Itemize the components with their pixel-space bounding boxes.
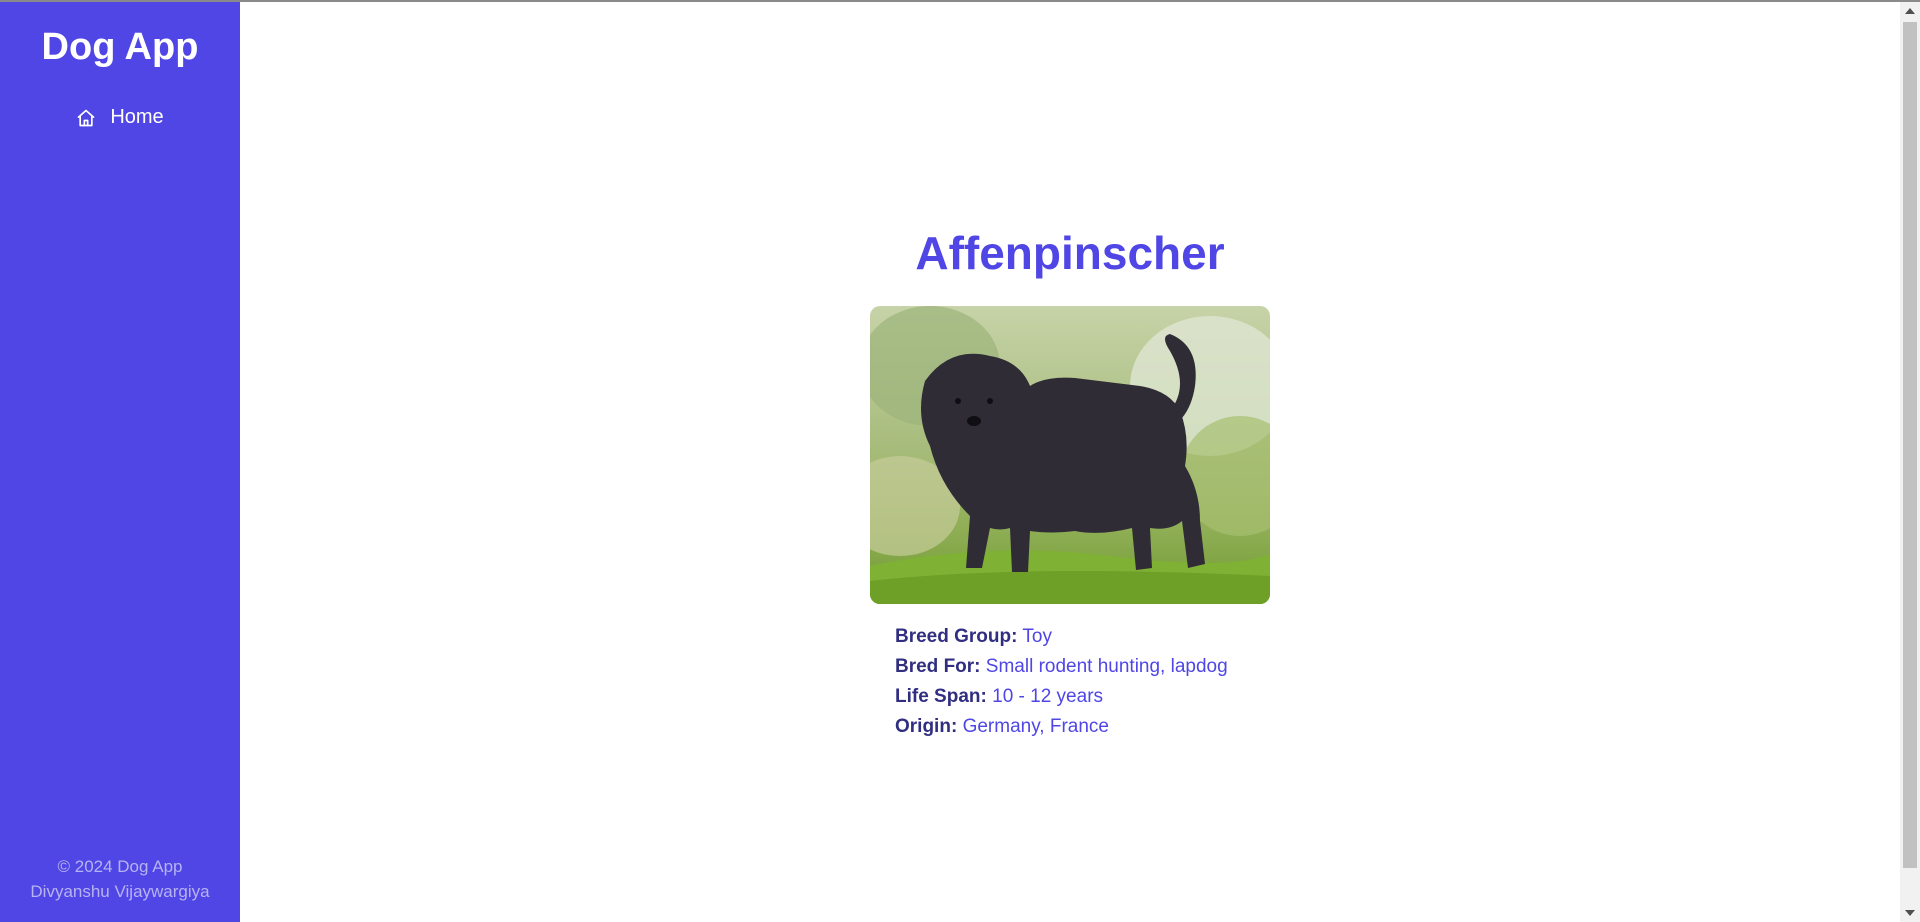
copyright-text: © 2024 Dog App — [57, 857, 183, 876]
detail-row-bred-for: Bred For: Small rodent hunting, lapdog — [895, 652, 1228, 682]
scroll-down-icon[interactable] — [1905, 910, 1915, 916]
detail-label: Breed Group: — [895, 626, 1018, 647]
detail-row-origin: Origin: Germany, France — [895, 712, 1228, 742]
vertical-scrollbar[interactable] — [1900, 2, 1920, 922]
detail-label: Bred For: — [895, 656, 981, 677]
detail-row-life-span: Life Span: 10 - 12 years — [895, 682, 1228, 712]
detail-value: Germany, France — [962, 716, 1109, 737]
sidebar: Dog App Home © 2024 Dog App Divyanshu Vi… — [0, 0, 240, 922]
breed-image — [870, 306, 1270, 604]
detail-value: 10 - 12 years — [992, 686, 1104, 707]
detail-row-breed-group: Breed Group: Toy — [895, 622, 1228, 652]
breed-name-heading: Affenpinscher — [915, 227, 1225, 279]
detail-value: Small rodent hunting, lapdog — [985, 656, 1228, 677]
scroll-thumb[interactable] — [1903, 22, 1917, 868]
scroll-up-icon[interactable] — [1905, 8, 1915, 14]
sidebar-footer: © 2024 Dog App Divyanshu Vijaywargiya — [0, 854, 240, 904]
sidebar-item-label: Home — [110, 106, 164, 128]
home-icon — [76, 108, 96, 128]
detail-value: Toy — [1022, 626, 1052, 647]
sidebar-item-home[interactable]: Home — [0, 106, 240, 129]
detail-label: Life Span: — [895, 686, 987, 707]
author-text: Divyanshu Vijaywargiya — [30, 882, 210, 901]
detail-label: Origin: — [895, 716, 958, 737]
breed-details: Breed Group: Toy Bred For: Small rodent … — [895, 622, 1228, 742]
app-title: Dog App — [41, 26, 199, 68]
window-top-border — [0, 0, 1920, 2]
